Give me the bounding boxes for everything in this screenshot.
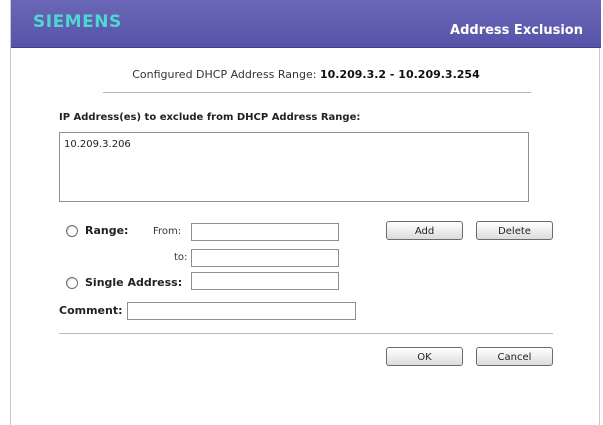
dialog-window: SIEMENS Address Exclusion Configured DHC…	[10, 0, 601, 425]
header-bar: SIEMENS Address Exclusion	[11, 0, 601, 48]
add-button[interactable]: Add	[386, 221, 463, 240]
cancel-button[interactable]: Cancel	[476, 347, 553, 366]
single-address-input[interactable]	[191, 272, 339, 290]
range-to-input[interactable]	[191, 249, 339, 267]
single-address-radio[interactable]	[66, 277, 78, 289]
dialog-title: Address Exclusion	[450, 23, 583, 38]
divider-top	[103, 92, 531, 93]
exclusion-list-label: IP Address(es) to exclude from DHCP Addr…	[59, 112, 361, 123]
comment-label: Comment:	[59, 304, 123, 317]
siemens-logo: SIEMENS	[33, 12, 122, 32]
configured-range-label: Configured DHCP Address Range:	[132, 68, 317, 81]
to-label: to:	[174, 252, 188, 263]
range-label: Range:	[85, 224, 129, 237]
single-address-label: Single Address:	[85, 276, 183, 289]
configured-range-value: 10.209.3.2 - 10.209.3.254	[319, 68, 480, 81]
exclusion-list-item[interactable]: 10.209.3.206	[64, 139, 131, 150]
exclusion-listbox[interactable]: 10.209.3.206	[59, 132, 529, 202]
divider-bottom	[59, 333, 553, 334]
configured-range-line: Configured DHCP Address Range: 10.209.3.…	[11, 68, 601, 81]
comment-input[interactable]	[127, 302, 356, 320]
from-label: From:	[153, 226, 182, 237]
ok-button[interactable]: OK	[386, 347, 463, 366]
range-from-input[interactable]	[191, 223, 339, 241]
range-radio[interactable]	[66, 225, 78, 237]
delete-button[interactable]: Delete	[476, 221, 553, 240]
